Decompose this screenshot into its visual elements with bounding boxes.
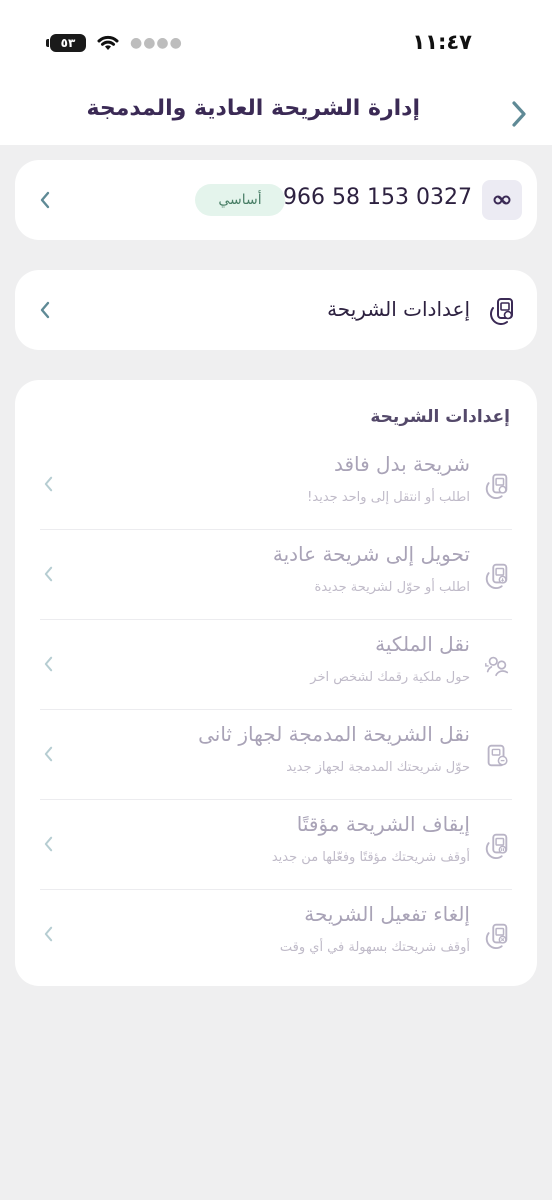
back-button[interactable]	[505, 98, 533, 130]
list-item-title: إلغاء تفعيل الشريحة	[304, 902, 470, 926]
chevron-left-icon	[40, 653, 56, 675]
page-title: إدارة الشريحة العادية والمدمجة	[86, 96, 420, 121]
chevron-left-icon	[40, 473, 56, 495]
list-item-title: نقل الشريحة المدمجة لجهاز ثانى	[198, 722, 470, 746]
esim-device-icon	[482, 740, 512, 770]
sim-settings-chevron	[35, 298, 55, 322]
phone-number: +966 58 153 0327	[264, 185, 472, 210]
status-time: ١١:٤٧	[412, 30, 472, 54]
list-item-esim-transfer[interactable]: نقل الشريحة المدمجة لجهاز ثانى حوّل شريح…	[40, 710, 512, 800]
list-item-pause-sim[interactable]: إيقاف الشريحة مؤقتًا أوقف شريحتك مؤقتًا …	[40, 800, 512, 890]
section-title: إعدادات الشريحة	[370, 407, 510, 427]
list-item-convert-physical[interactable]: تحويل إلى شريحة عادية اطلب أو حوّل لشريح…	[40, 530, 512, 620]
sim-badge	[482, 180, 522, 220]
list-item-subtitle: أوقف شريحتك بسهولة في أي وقت	[279, 940, 470, 955]
chevron-left-icon	[40, 563, 56, 585]
phone-line-card[interactable]: +966 58 153 0327 أساسي	[15, 160, 537, 240]
list-item-subtitle: اطلب أو حوّل لشريحة جديدة	[314, 580, 470, 595]
sim-logo-icon	[493, 195, 511, 205]
sim-pause-icon	[482, 830, 512, 860]
transfer-ownership-icon	[482, 650, 512, 680]
sim-settings-label: إعدادات الشريحة	[327, 297, 470, 321]
list-item-subtitle: حول ملكية رقمك لشخص اخر	[310, 670, 470, 685]
sim-cancel-icon	[482, 920, 512, 950]
list-item-title: شريحة بدل فاقد	[333, 452, 470, 476]
line-card-chevron	[35, 188, 55, 212]
list-item-title: إيقاف الشريحة مؤقتًا	[296, 812, 470, 836]
status-indicators: ٥٣ ●●●●	[46, 34, 183, 52]
cellular-signal-icon: ●●●●	[130, 35, 183, 51]
list-item-deactivate-sim[interactable]: إلغاء تفعيل الشريحة أوقف شريحتك بسهولة ف…	[40, 890, 512, 980]
sim-convert-icon	[482, 560, 512, 590]
list-item-subtitle: اطلب أو انتقل إلى واحد جديد!	[307, 490, 470, 505]
battery-level: ٥٣	[60, 36, 76, 50]
battery-icon: ٥٣	[46, 34, 86, 52]
list-item-lost-sim[interactable]: شريحة بدل فاقد اطلب أو انتقل إلى واحد جد…	[40, 440, 512, 530]
chevron-left-icon	[40, 743, 56, 765]
list-item-subtitle: حوّل شريحتك المدمجة لجهاز جديد	[286, 760, 470, 775]
sim-card-icon	[482, 470, 512, 500]
list-item-subtitle: أوقف شريحتك مؤقتًا وفعّلها من جديد	[271, 850, 470, 865]
list-item-transfer-ownership[interactable]: نقل الملكية حول ملكية رقمك لشخص اخر	[40, 620, 512, 710]
sim-settings-icon	[485, 293, 519, 327]
primary-line-badge: أساسي	[195, 184, 285, 216]
chevron-left-icon	[40, 301, 50, 319]
list-item-title: تحويل إلى شريحة عادية	[272, 542, 470, 566]
wifi-icon	[97, 35, 119, 50]
chevron-left-icon	[40, 833, 56, 855]
chevron-left-icon	[40, 191, 50, 209]
list-item-title: نقل الملكية	[375, 632, 470, 656]
chevron-left-icon	[40, 923, 56, 945]
sim-settings-card[interactable]: إعدادات الشريحة	[15, 270, 537, 350]
sim-options-card: إعدادات الشريحة شريحة بدل فاقد اطلب أو ا…	[15, 380, 537, 986]
top-bar: ٥٣ ●●●● ١١:٤٧ إدارة الشريحة العادية والم…	[0, 0, 552, 145]
chevron-right-icon	[512, 101, 526, 127]
